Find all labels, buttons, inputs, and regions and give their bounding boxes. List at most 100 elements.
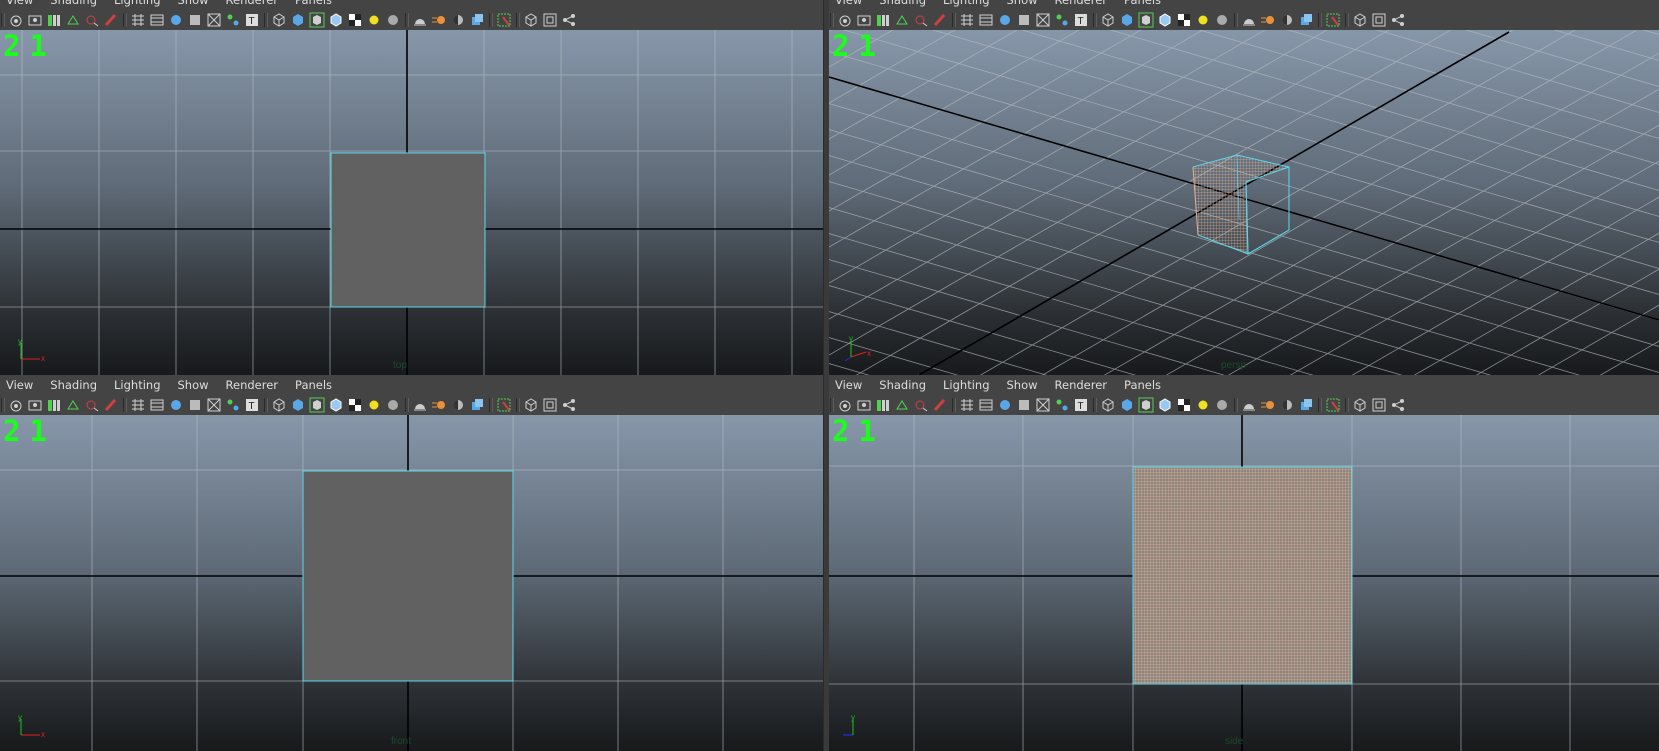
camera-select-icon[interactable]: [8, 12, 24, 28]
camera-attributes-icon[interactable]: [27, 397, 43, 413]
smooth-shade-icon[interactable]: [290, 397, 306, 413]
viewport-side[interactable]: 21 y side: [829, 415, 1659, 751]
menu-shading[interactable]: Shading: [879, 378, 926, 392]
grease-pencil-icon[interactable]: [932, 397, 948, 413]
camera-attributes-icon[interactable]: [856, 12, 872, 28]
gate-mask-icon[interactable]: [1016, 397, 1032, 413]
2d-pan-zoom-icon[interactable]: [913, 397, 929, 413]
bookmark-icon[interactable]: [46, 12, 62, 28]
motion-blur-icon[interactable]: [1260, 12, 1276, 28]
xray-joints-icon[interactable]: [1390, 12, 1406, 28]
default-material-icon[interactable]: [328, 397, 344, 413]
image-plane-icon[interactable]: [894, 397, 910, 413]
depth-of-field-icon[interactable]: [469, 397, 485, 413]
textured-icon[interactable]: [347, 12, 363, 28]
gate-mask-icon[interactable]: [187, 12, 203, 28]
film-gate-icon[interactable]: [149, 397, 165, 413]
screen-space-ao-icon[interactable]: [1241, 397, 1257, 413]
default-material-icon[interactable]: [328, 12, 344, 28]
isolate-select-icon[interactable]: [1325, 397, 1341, 413]
menu-lighting[interactable]: Lighting: [114, 378, 160, 392]
viewport-front[interactable]: 21 y x front: [0, 415, 823, 751]
safe-title-icon[interactable]: T: [1073, 397, 1089, 413]
xray-active-icon[interactable]: [1371, 397, 1387, 413]
isolate-select-icon[interactable]: [496, 12, 512, 28]
xray-icon[interactable]: [523, 397, 539, 413]
field-chart-icon[interactable]: [206, 397, 222, 413]
resolution-gate-icon[interactable]: [997, 397, 1013, 413]
isolate-select-icon[interactable]: [496, 397, 512, 413]
selected-object[interactable]: [330, 152, 486, 308]
menu-lighting[interactable]: Lighting: [943, 378, 989, 392]
menu-view[interactable]: View: [835, 378, 862, 392]
film-gate-icon[interactable]: [978, 12, 994, 28]
wireframe-icon[interactable]: [271, 397, 287, 413]
screen-space-ao-icon[interactable]: [1241, 12, 1257, 28]
grid-icon[interactable]: [959, 397, 975, 413]
use-all-lights-icon[interactable]: [1195, 397, 1211, 413]
2d-pan-zoom-icon[interactable]: [84, 397, 100, 413]
grid-icon[interactable]: [130, 12, 146, 28]
resolution-gate-icon[interactable]: [168, 12, 184, 28]
grid-icon[interactable]: [130, 397, 146, 413]
xray-active-icon[interactable]: [542, 397, 558, 413]
smooth-shade-icon[interactable]: [1119, 397, 1135, 413]
smooth-shade-icon[interactable]: [1119, 12, 1135, 28]
menu-panels[interactable]: Panels: [1124, 0, 1161, 7]
shadows-icon[interactable]: [385, 397, 401, 413]
shadows-icon[interactable]: [385, 12, 401, 28]
safe-title-icon[interactable]: T: [244, 397, 260, 413]
multisample-aa-icon[interactable]: [450, 12, 466, 28]
menu-lighting[interactable]: Lighting: [114, 0, 160, 7]
selected-object[interactable]: [1132, 466, 1353, 685]
wireframe-on-shaded-icon[interactable]: [309, 12, 325, 28]
film-gate-icon[interactable]: [978, 397, 994, 413]
resolution-gate-icon[interactable]: [997, 12, 1013, 28]
menu-panels[interactable]: Panels: [295, 378, 332, 392]
default-material-icon[interactable]: [1157, 397, 1173, 413]
wireframe-on-shaded-icon[interactable]: [1138, 397, 1154, 413]
xray-active-icon[interactable]: [1371, 12, 1387, 28]
screen-space-ao-icon[interactable]: [412, 12, 428, 28]
xray-joints-icon[interactable]: [561, 397, 577, 413]
depth-of-field-icon[interactable]: [1298, 12, 1314, 28]
xray-icon[interactable]: [523, 12, 539, 28]
xray-joints-icon[interactable]: [1390, 397, 1406, 413]
image-plane-icon[interactable]: [65, 397, 81, 413]
menu-renderer[interactable]: Renderer: [1055, 378, 1108, 392]
menu-renderer[interactable]: Renderer: [1055, 0, 1108, 7]
menu-renderer[interactable]: Renderer: [226, 0, 279, 7]
isolate-select-icon[interactable]: [1325, 12, 1341, 28]
gate-mask-icon[interactable]: [187, 397, 203, 413]
camera-select-icon[interactable]: [837, 12, 853, 28]
camera-attributes-icon[interactable]: [27, 12, 43, 28]
multisample-aa-icon[interactable]: [1279, 12, 1295, 28]
camera-select-icon[interactable]: [837, 397, 853, 413]
bookmark-icon[interactable]: [875, 397, 891, 413]
use-all-lights-icon[interactable]: [1195, 12, 1211, 28]
safe-title-icon[interactable]: T: [1073, 12, 1089, 28]
use-all-lights-icon[interactable]: [366, 397, 382, 413]
grease-pencil-icon[interactable]: [932, 12, 948, 28]
field-chart-icon[interactable]: [206, 12, 222, 28]
default-material-icon[interactable]: [1157, 12, 1173, 28]
film-gate-icon[interactable]: [149, 12, 165, 28]
xray-joints-icon[interactable]: [561, 12, 577, 28]
motion-blur-icon[interactable]: [431, 397, 447, 413]
wireframe-on-shaded-icon[interactable]: [309, 397, 325, 413]
xray-icon[interactable]: [1352, 12, 1368, 28]
camera-select-icon[interactable]: [8, 397, 24, 413]
grease-pencil-icon[interactable]: [103, 397, 119, 413]
field-chart-icon[interactable]: [1035, 12, 1051, 28]
safe-action-icon[interactable]: [1054, 12, 1070, 28]
wireframe-icon[interactable]: [1100, 397, 1116, 413]
image-plane-icon[interactable]: [894, 12, 910, 28]
shadows-icon[interactable]: [1214, 12, 1230, 28]
menu-view[interactable]: View: [6, 0, 33, 7]
menu-renderer[interactable]: Renderer: [226, 378, 279, 392]
bookmark-icon[interactable]: [875, 12, 891, 28]
menu-show[interactable]: Show: [1007, 0, 1038, 7]
textured-icon[interactable]: [1176, 12, 1192, 28]
motion-blur-icon[interactable]: [431, 12, 447, 28]
menu-show[interactable]: Show: [1007, 378, 1038, 392]
